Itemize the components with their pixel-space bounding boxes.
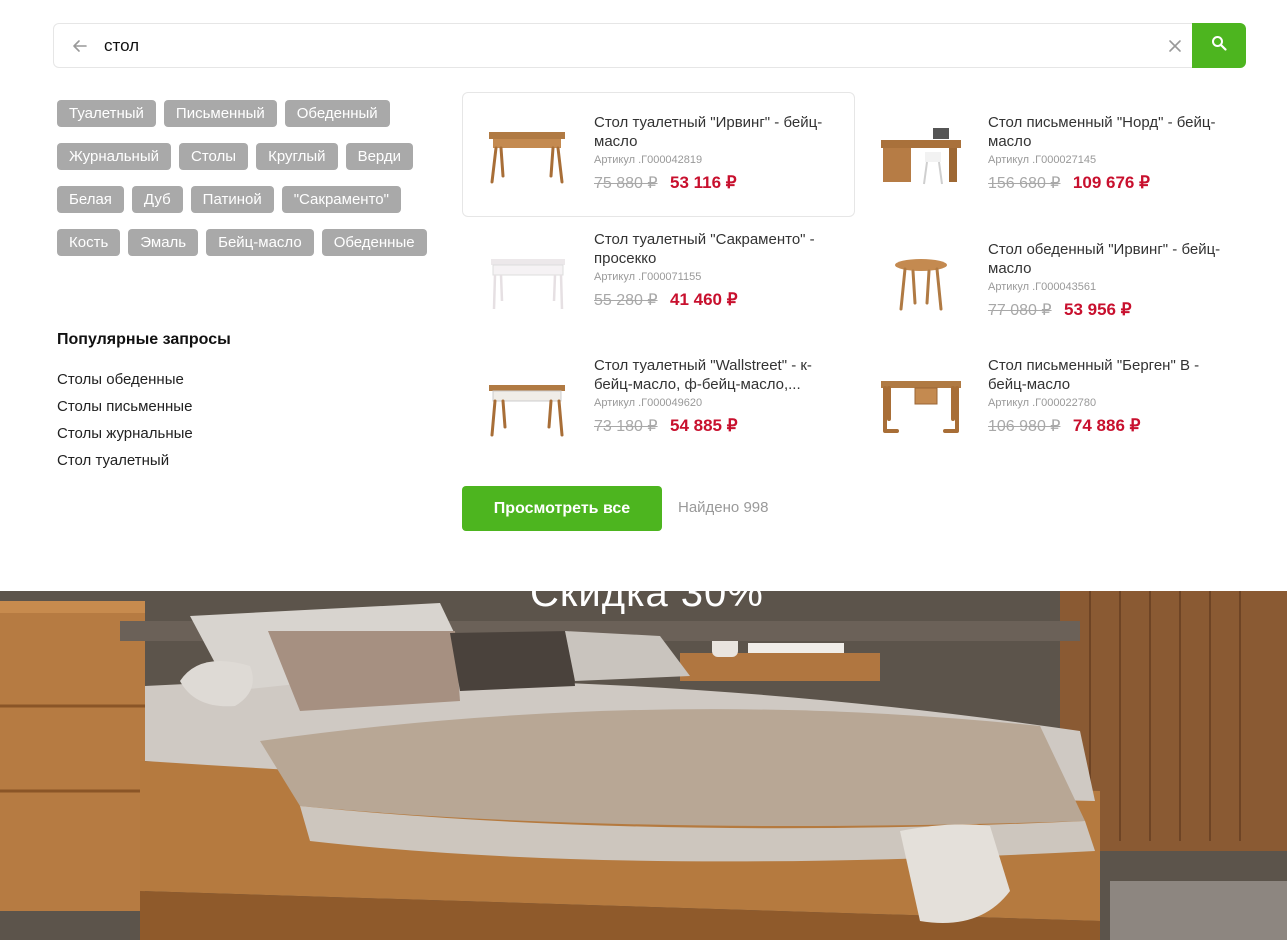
product-image [875,369,967,441]
product-old-price: 73 180 ₽ [594,418,658,435]
close-icon[interactable] [1166,37,1184,55]
tag-chip[interactable]: Дуб [131,186,183,213]
product-name: Стол письменный "Норд" - бейц-масло [988,114,1216,150]
product-price: 109 676 ₽ [1072,173,1150,192]
search-input[interactable] [104,25,1154,66]
product-sku: Артикул .Г000042819 [594,154,703,166]
product-name: Стол туалетный "Ирвинг" - бейц-масло [594,114,823,150]
product-image [875,243,967,315]
product-price: 53 116 ₽ [670,173,737,192]
product-name: Стол письменный "Берген" B - бейц-масло [988,357,1200,393]
product-price: 54 885 ₽ [670,416,738,435]
product-sku: Артикул .Г000071155 [594,271,702,283]
product-card[interactable]: Стол письменный "Норд" - бейц-масло Арти… [856,92,1249,217]
product-card[interactable]: Стол письменный "Берген" B - бейц-масло … [856,343,1249,468]
arrow-left-icon[interactable] [70,36,90,56]
popular-query-link[interactable]: Столы письменные [57,398,193,425]
product-sku: Артикул .Г000027145 [988,154,1097,166]
popular-queries-title: Популярные запросы [57,331,231,348]
product-old-price: 106 980 ₽ [988,418,1061,435]
product-name: Стол туалетный "Сакраменто" - просекко [594,231,815,267]
view-all-button[interactable]: Просмотреть все [462,486,662,531]
product-card[interactable]: Стол туалетный "Wallstreet" - к-бейц-мас… [462,343,855,468]
product-sku: Артикул .Г000022780 [988,397,1097,409]
popular-query-link[interactable]: Столы журнальные [57,425,193,452]
tag-chip[interactable]: Письменный [163,100,277,127]
tag-chip[interactable]: Столы [179,143,249,170]
tag-chip[interactable]: Патиной [190,186,274,213]
product-image [875,118,967,190]
search-button[interactable] [1192,23,1246,68]
product-price: 53 956 ₽ [1064,300,1132,319]
product-card[interactable]: Стол обеденный "Ирвинг" - бейц-масло Арт… [856,217,1249,342]
tag-chip[interactable]: Обеденные [321,229,427,256]
tag-chip[interactable]: Кость [57,229,121,256]
product-old-price: 77 080 ₽ [988,302,1052,319]
product-price: 41 460 ₽ [670,290,738,309]
product-card[interactable]: Стол туалетный "Ирвинг" - бейц-масло Арт… [462,92,855,217]
tag-chip[interactable]: Обеденный [284,100,390,127]
product-sku: Артикул .Г000043561 [988,281,1097,293]
tag-chip[interactable]: Круглый [256,143,338,170]
tag-chip[interactable]: Туалетный [57,100,156,127]
product-image [481,118,573,190]
search-icon [1210,34,1228,57]
bedroom-image [0,591,1287,940]
promo-banner[interactable]: Скидка 30% [0,591,1287,940]
product-old-price: 156 680 ₽ [988,175,1061,192]
tag-chip[interactable]: Журнальный [57,143,171,170]
tag-chip[interactable]: Белая [57,186,124,213]
banner-headline: Скидка 30% [530,591,764,615]
popular-query-link[interactable]: Столы обеденные [57,371,193,398]
tag-chip[interactable]: Эмаль [128,229,199,256]
product-price: 74 886 ₽ [1072,416,1141,435]
product-old-price: 75 880 ₽ [594,175,658,192]
tag-cloud: Туалетный Письменный Обеденный Журнальны… [57,100,447,256]
results-count: Найдено 998 [678,499,769,516]
popular-query-link[interactable]: Стол туалетный [57,452,193,479]
tag-chip[interactable]: Верди [345,143,414,170]
tag-chip[interactable]: "Сакраменто" [281,186,401,213]
product-name: Стол обеденный "Ирвинг" - бейц-масло [988,241,1221,277]
product-card[interactable]: Стол туалетный "Сакраменто" - просекко А… [462,217,855,342]
tag-chip[interactable]: Бейц-масло [206,229,314,256]
product-name: Стол туалетный "Wallstreet" - к-бейц-мас… [594,357,812,393]
product-image [481,243,573,315]
product-image [481,369,573,441]
search-bar [53,23,1246,68]
product-old-price: 55 280 ₽ [594,292,658,309]
product-sku: Артикул .Г000049620 [594,397,703,409]
popular-queries-list: Столы обеденные Столы письменные Столы ж… [57,371,193,479]
